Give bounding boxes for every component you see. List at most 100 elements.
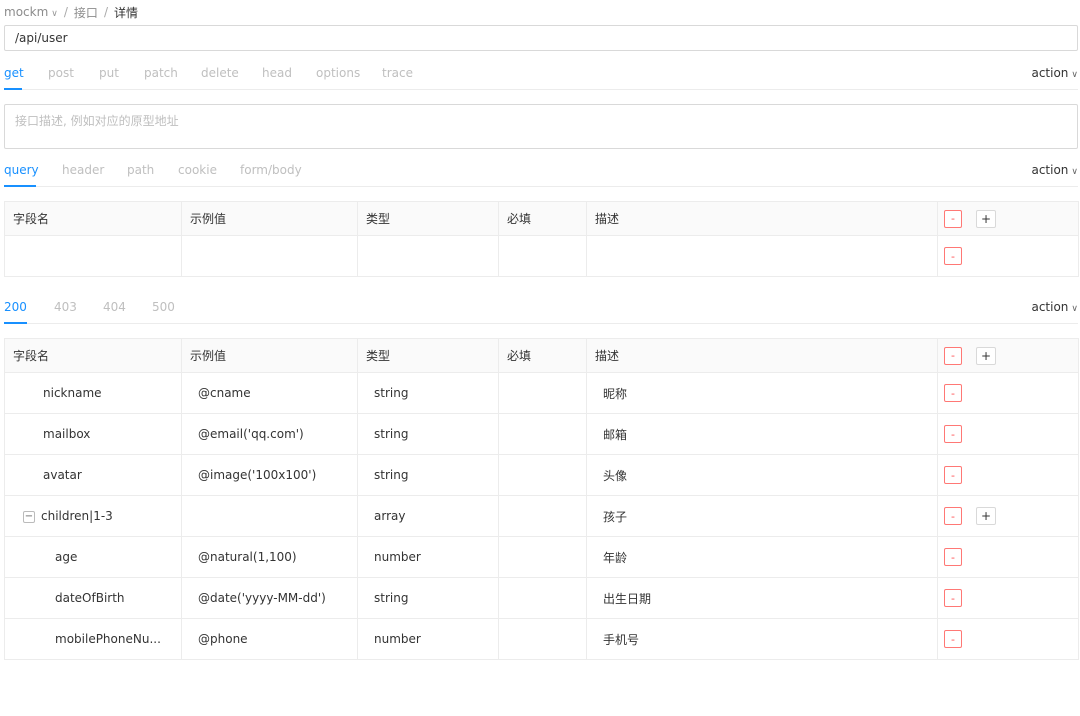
- field-example-cell[interactable]: @image('100x100'): [181, 454, 358, 496]
- field-type-cell[interactable]: [357, 235, 499, 277]
- tab-cookie[interactable]: cookie: [178, 163, 217, 177]
- field-name-cell[interactable]: − children|1-3: [4, 495, 182, 537]
- tab-patch[interactable]: patch: [144, 66, 178, 80]
- field-name-cell[interactable]: [4, 235, 182, 277]
- collapse-icon[interactable]: −: [23, 510, 35, 523]
- tab-query[interactable]: query: [4, 163, 39, 177]
- field-description-cell[interactable]: 昵称: [586, 372, 938, 414]
- breadcrumb-project[interactable]: mockm ∨: [4, 5, 58, 19]
- remove-row-button[interactable]: -: [944, 589, 962, 607]
- field-description-cell[interactable]: 手机号: [586, 618, 938, 660]
- tab-path[interactable]: path: [127, 163, 154, 177]
- field-required-cell[interactable]: [498, 413, 587, 455]
- add-row-button[interactable]: +: [976, 209, 996, 228]
- field-example-cell[interactable]: @email('qq.com'): [181, 413, 358, 455]
- remove-row-button[interactable]: -: [944, 466, 962, 484]
- field-example-cell[interactable]: @date('yyyy-MM-dd'): [181, 577, 358, 619]
- field-type-cell[interactable]: string: [357, 413, 499, 455]
- field-type-cell[interactable]: number: [357, 536, 499, 578]
- field-name-cell[interactable]: mobilePhoneNu...: [4, 618, 182, 660]
- field-description-cell[interactable]: 邮箱: [586, 413, 938, 455]
- row-actions-cell: -: [937, 618, 1079, 660]
- tab-status-500[interactable]: 500: [152, 300, 175, 314]
- field-type-cell[interactable]: string: [357, 577, 499, 619]
- field-required-cell[interactable]: [498, 577, 587, 619]
- tab-options[interactable]: options: [316, 66, 360, 80]
- tab-status-200[interactable]: 200: [4, 300, 27, 314]
- remove-row-button[interactable]: -: [944, 630, 962, 648]
- breadcrumb-current: 详情: [113, 5, 138, 20]
- column-header-actions: - +: [937, 338, 1079, 373]
- table-row: nickname @cname string 昵称 -: [4, 372, 1079, 414]
- table-row: mobilePhoneNu... @phone number 手机号 -: [4, 618, 1079, 660]
- api-path-input[interactable]: /api/user: [4, 25, 1078, 51]
- field-type-cell[interactable]: string: [357, 372, 499, 414]
- tab-get[interactable]: get: [4, 66, 24, 80]
- remove-all-button[interactable]: -: [944, 346, 962, 365]
- remove-row-button[interactable]: -: [944, 425, 962, 443]
- description-textarea[interactable]: 接口描述, 例如对应的原型地址: [4, 104, 1078, 149]
- tab-delete[interactable]: delete: [201, 66, 239, 80]
- field-example-cell[interactable]: @natural(1,100): [181, 536, 358, 578]
- field-example-cell[interactable]: @phone: [181, 618, 358, 660]
- field-description-cell[interactable]: 出生日期: [586, 577, 938, 619]
- chevron-down-icon: ∨: [1071, 167, 1078, 177]
- response-status-tabs: 200 403 404 500 action ∨: [4, 294, 1078, 324]
- tab-post[interactable]: post: [48, 66, 74, 80]
- field-type-cell[interactable]: string: [357, 454, 499, 496]
- column-header-required: 必填: [498, 201, 587, 236]
- method-action-dropdown[interactable]: action ∨: [1031, 66, 1078, 80]
- field-description-cell[interactable]: 孩子: [586, 495, 938, 537]
- field-required-cell[interactable]: [498, 618, 587, 660]
- remove-row-button[interactable]: -: [944, 507, 962, 525]
- tab-status-403[interactable]: 403: [54, 300, 77, 314]
- tab-header[interactable]: header: [62, 163, 104, 177]
- tab-status-404[interactable]: 404: [103, 300, 126, 314]
- field-example-cell[interactable]: [181, 235, 358, 277]
- table-row: dateOfBirth @date('yyyy-MM-dd') string 出…: [4, 577, 1079, 619]
- field-name-cell[interactable]: dateOfBirth: [4, 577, 182, 619]
- field-type-cell[interactable]: array: [357, 495, 499, 537]
- field-type-cell[interactable]: number: [357, 618, 499, 660]
- add-row-button[interactable]: +: [976, 346, 996, 365]
- request-params-table: 字段名 示例值 类型 必填 描述 - + -: [4, 201, 1079, 277]
- remove-row-button[interactable]: -: [944, 548, 962, 566]
- field-description-cell[interactable]: 头像: [586, 454, 938, 496]
- field-required-cell[interactable]: [498, 495, 587, 537]
- tab-form-body[interactable]: form/body: [240, 163, 302, 177]
- field-name-cell[interactable]: mailbox: [4, 413, 182, 455]
- field-required-cell[interactable]: [498, 536, 587, 578]
- field-name-cell[interactable]: avatar: [4, 454, 182, 496]
- add-child-button[interactable]: +: [976, 507, 996, 525]
- field-name-cell[interactable]: nickname: [4, 372, 182, 414]
- field-description-cell[interactable]: 年龄: [586, 536, 938, 578]
- field-example-cell[interactable]: [181, 495, 358, 537]
- tab-trace[interactable]: trace: [382, 66, 413, 80]
- breadcrumb-section[interactable]: 接口: [74, 4, 98, 21]
- column-header-name: 字段名: [4, 338, 182, 373]
- tab-put[interactable]: put: [99, 66, 119, 80]
- remove-all-button[interactable]: -: [944, 209, 962, 228]
- row-actions-cell: -: [937, 235, 1079, 277]
- field-required-cell[interactable]: [498, 235, 587, 277]
- tab-head[interactable]: head: [262, 66, 292, 80]
- row-actions-cell: - +: [937, 495, 1079, 537]
- table-header-row: 字段名 示例值 类型 必填 描述 - +: [4, 201, 1079, 236]
- field-required-cell[interactable]: [498, 372, 587, 414]
- active-tab-indicator: [4, 88, 22, 90]
- breadcrumb-separator: /: [103, 5, 108, 19]
- column-header-required: 必填: [498, 338, 587, 373]
- column-header-actions: - +: [937, 201, 1079, 236]
- column-header-description: 描述: [586, 338, 938, 373]
- response-action-dropdown[interactable]: action ∨: [1031, 300, 1078, 314]
- remove-row-button[interactable]: -: [944, 247, 962, 265]
- field-required-cell[interactable]: [498, 454, 587, 496]
- field-description-cell[interactable]: [586, 235, 938, 277]
- field-name-cell[interactable]: age: [4, 536, 182, 578]
- chevron-down-icon: ∨: [1071, 70, 1078, 80]
- method-tabs: get post put patch delete head options t…: [4, 60, 1078, 90]
- column-header-example: 示例值: [181, 201, 358, 236]
- remove-row-button[interactable]: -: [944, 384, 962, 402]
- field-example-cell[interactable]: @cname: [181, 372, 358, 414]
- request-action-dropdown[interactable]: action ∨: [1031, 163, 1078, 177]
